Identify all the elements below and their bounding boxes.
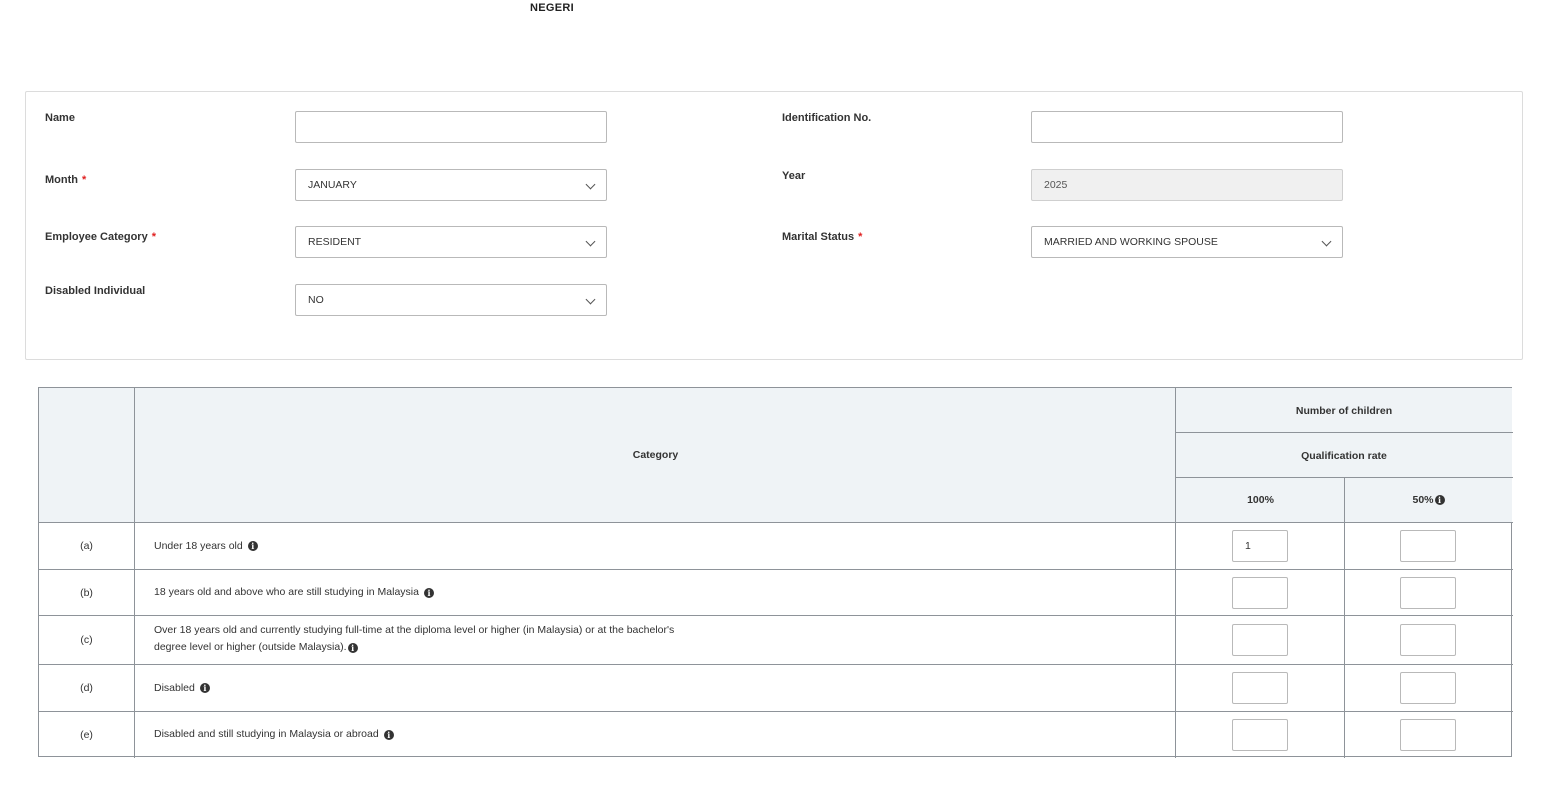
year-field-value: 2025 [1044,179,1068,191]
required-mark: * [858,231,863,243]
year-field: 2025 [1031,169,1343,201]
row-category-text: Under 18 years old i [154,523,1154,569]
children-50-input-e[interactable] [1400,719,1456,751]
employee-category-select[interactable]: RESIDENT [295,226,607,258]
header-rate-50: 50% i [1345,478,1512,522]
required-mark: * [81,174,87,186]
identification-input[interactable] [1031,111,1343,143]
identification-label: Identification No. [782,112,872,124]
info-icon[interactable]: i [383,729,394,740]
chevron-down-icon [1321,236,1332,247]
disabled-individual-select[interactable]: NO [295,284,607,316]
marital-status-select[interactable]: MARRIED AND WORKING SPOUSE [1031,226,1343,258]
header-qualification-rate: Qualification rate [1176,433,1512,478]
disabled-individual-label: Disabled Individual [45,285,146,297]
chevron-down-icon [585,294,596,305]
info-icon[interactable]: i [199,683,210,693]
row-category-text: Disabled i [154,665,1154,711]
marital-status-label: Marital Status * [782,231,863,243]
row-category-text: 18 years old and above who are still stu… [154,570,1154,615]
marital-status-value: MARRIED AND WORKING SPOUSE [1044,236,1218,248]
month-label: Month * [45,174,87,186]
row-code: (e) [80,728,93,741]
disabled-individual-value: NO [308,294,324,306]
row-category-text: Disabled and still studying in Malaysia … [154,712,1154,757]
employee-category-label: Employee Category * [45,231,156,243]
info-icon[interactable]: i [347,643,358,653]
header-number-of-children: Number of children [1176,388,1512,433]
children-100-input-c[interactable] [1232,624,1288,656]
row-code: (a) [80,540,93,552]
month-select-value: JANUARY [308,179,357,191]
month-select[interactable]: JANUARY [295,169,607,201]
children-50-input-d[interactable] [1400,672,1456,704]
row-code: (d) [80,682,93,694]
header-category: Category [135,388,1176,522]
children-50-input-b[interactable] [1400,577,1456,609]
name-input[interactable] [295,111,607,143]
info-icon[interactable]: i [423,587,434,598]
children-100-input-b[interactable] [1232,577,1288,609]
children-100-input-a[interactable] [1232,530,1288,562]
children-50-input-c[interactable] [1400,624,1456,656]
chevron-down-icon [585,236,596,247]
children-50-input-a[interactable] [1400,530,1456,562]
children-100-input-d[interactable] [1232,672,1288,704]
row-code: (b) [80,586,93,599]
employee-form-panel: Name Identification No. Month * JANUARY Y… [25,91,1523,360]
row-category-text: Over 18 years old and currently studying… [154,624,675,653]
children-100-input-e[interactable] [1232,719,1288,751]
info-icon[interactable]: i [1434,495,1445,505]
row-code: (c) [80,634,93,646]
children-relief-table: Category Number of children Qualificatio… [38,387,1513,758]
employee-category-value: RESIDENT [308,236,362,248]
page-top-label: NEGERI [530,2,574,14]
info-icon[interactable]: i [247,541,258,551]
header-blank-cell [39,388,135,522]
required-mark: * [151,231,156,243]
chevron-down-icon [585,179,596,190]
year-label: Year [782,170,806,182]
name-label: Name [45,112,75,124]
header-rate-100: 100% [1176,478,1345,522]
